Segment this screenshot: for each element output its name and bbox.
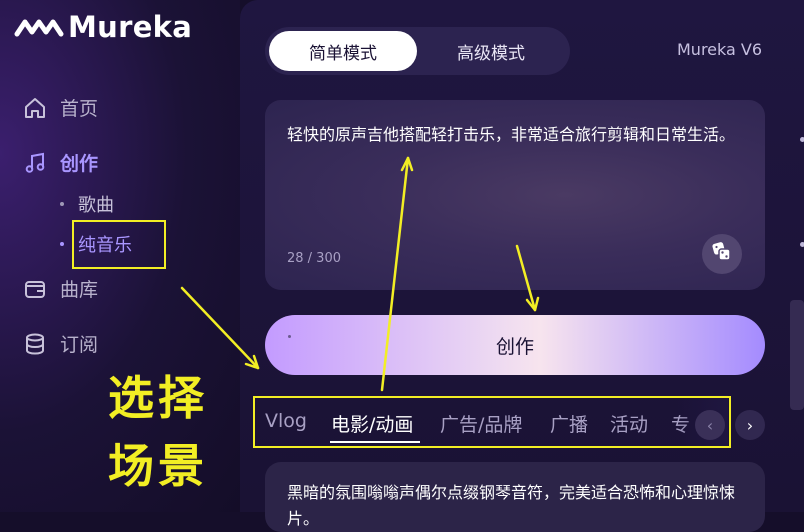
preset-card[interactable]: 黑暗的氛围嗡嗡声偶尔点缀钢琴音符，完美适合恐怖和心理惊悚片。	[265, 462, 765, 532]
sidebar-item-subscribe[interactable]: 订阅	[22, 330, 98, 357]
annotation-box-scene-tabs	[253, 396, 731, 448]
scroll-right-button[interactable]: ›	[735, 410, 765, 440]
scrollbar[interactable]	[790, 300, 804, 410]
side-dot	[800, 137, 804, 142]
prompt-textarea[interactable]: 轻快的原声吉他搭配轻打击乐，非常适合旅行剪辑和日常生活。	[287, 122, 747, 148]
music-note-icon	[22, 150, 48, 176]
prompt-card[interactable]: 轻快的原声吉他搭配轻打击乐，非常适合旅行剪辑和日常生活。 28 / 300	[265, 100, 765, 290]
annotation-box-instrumental	[72, 220, 166, 269]
bullet-dot	[60, 202, 64, 206]
home-icon	[22, 95, 48, 121]
sidebar-item-label: 首页	[60, 98, 99, 120]
mureka-logo-icon	[14, 19, 64, 37]
sidebar-item-create[interactable]: 创作	[22, 149, 98, 176]
annotation-label-scene: 场景	[108, 439, 208, 493]
advanced-mode-button[interactable]: 高级模式	[417, 31, 565, 71]
app-name: Mureka	[68, 10, 193, 44]
sidebar-subitem-label: 歌曲	[78, 195, 114, 216]
simple-mode-button[interactable]: 简单模式	[269, 31, 417, 71]
sidebar-item-label: 创作	[60, 153, 99, 175]
sidebar-item-label: 曲库	[60, 279, 99, 301]
bullet-dot	[60, 242, 64, 246]
wallet-icon	[22, 276, 48, 302]
decorative-dot	[288, 335, 291, 338]
side-dot	[800, 242, 804, 247]
create-button[interactable]: 创作	[265, 315, 765, 375]
database-icon	[22, 331, 48, 357]
sidebar-item-label: 订阅	[60, 334, 99, 356]
annotation-label-select: 选择	[108, 371, 208, 425]
char-counter: 28 / 300	[287, 251, 341, 266]
version-label: Mureka V6	[677, 40, 763, 59]
logo[interactable]: Mureka	[14, 10, 192, 44]
preset-text: 黑暗的氛围嗡嗡声偶尔点缀钢琴音符，完美适合恐怖和心理惊悚片。	[287, 483, 736, 528]
mode-toggle: 简单模式 高级模式	[265, 27, 570, 75]
chevron-right-icon: ›	[746, 415, 754, 435]
sidebar-item-home[interactable]: 首页	[22, 94, 98, 121]
sidebar-item-library[interactable]: 曲库	[22, 275, 98, 302]
random-prompt-button[interactable]	[702, 234, 742, 274]
sidebar-subitem-song[interactable]: 歌曲	[60, 191, 114, 217]
create-button-label: 创作	[495, 335, 534, 358]
dice-icon	[711, 241, 733, 267]
